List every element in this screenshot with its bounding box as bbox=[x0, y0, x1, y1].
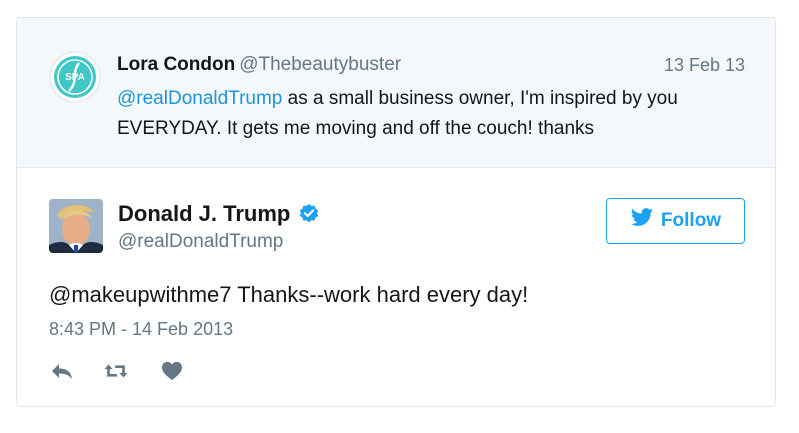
heart-icon[interactable] bbox=[159, 360, 185, 382]
avatar-logo-text: SPA bbox=[65, 72, 85, 83]
author-avatar[interactable] bbox=[49, 199, 103, 253]
tweet-actions bbox=[49, 360, 185, 382]
quoted-author-handle[interactable]: @Thebeautybuster bbox=[239, 54, 401, 75]
retweet-icon[interactable] bbox=[103, 360, 129, 382]
tweet-card: SPA Lora Condon @Thebeautybuster 13 Feb 1… bbox=[16, 17, 776, 407]
follow-button-label: Follow bbox=[660, 210, 722, 231]
follow-button[interactable]: Follow bbox=[606, 198, 745, 244]
quoted-author[interactable]: Lora Condon @Thebeautybuster bbox=[117, 54, 401, 76]
tweet-timestamp[interactable]: 8:43 PM - 14 Feb 2013 bbox=[49, 319, 233, 340]
quoted-mention-link[interactable]: @realDonaldTrump bbox=[117, 88, 282, 109]
quoted-tweet[interactable]: SPA Lora Condon @Thebeautybuster 13 Feb 1… bbox=[17, 18, 775, 168]
tweet-author-name[interactable]: Donald J. Trump bbox=[118, 201, 290, 227]
tweet-author-handle[interactable]: @realDonaldTrump bbox=[118, 231, 283, 253]
quoted-author-name[interactable]: Lora Condon bbox=[117, 54, 235, 75]
tweet-author[interactable]: Donald J. Trump bbox=[118, 201, 320, 227]
quoted-date[interactable]: 13 Feb 13 bbox=[664, 55, 745, 76]
quoted-author-avatar[interactable]: SPA bbox=[49, 51, 101, 103]
tweet-text: @makeupwithme7 Thanks--work hard every d… bbox=[49, 282, 529, 307]
quoted-text: @realDonaldTrump as a small business own… bbox=[117, 84, 757, 144]
reply-icon[interactable] bbox=[49, 360, 75, 382]
verified-badge-icon bbox=[298, 203, 320, 225]
twitter-bird-icon bbox=[630, 208, 654, 234]
